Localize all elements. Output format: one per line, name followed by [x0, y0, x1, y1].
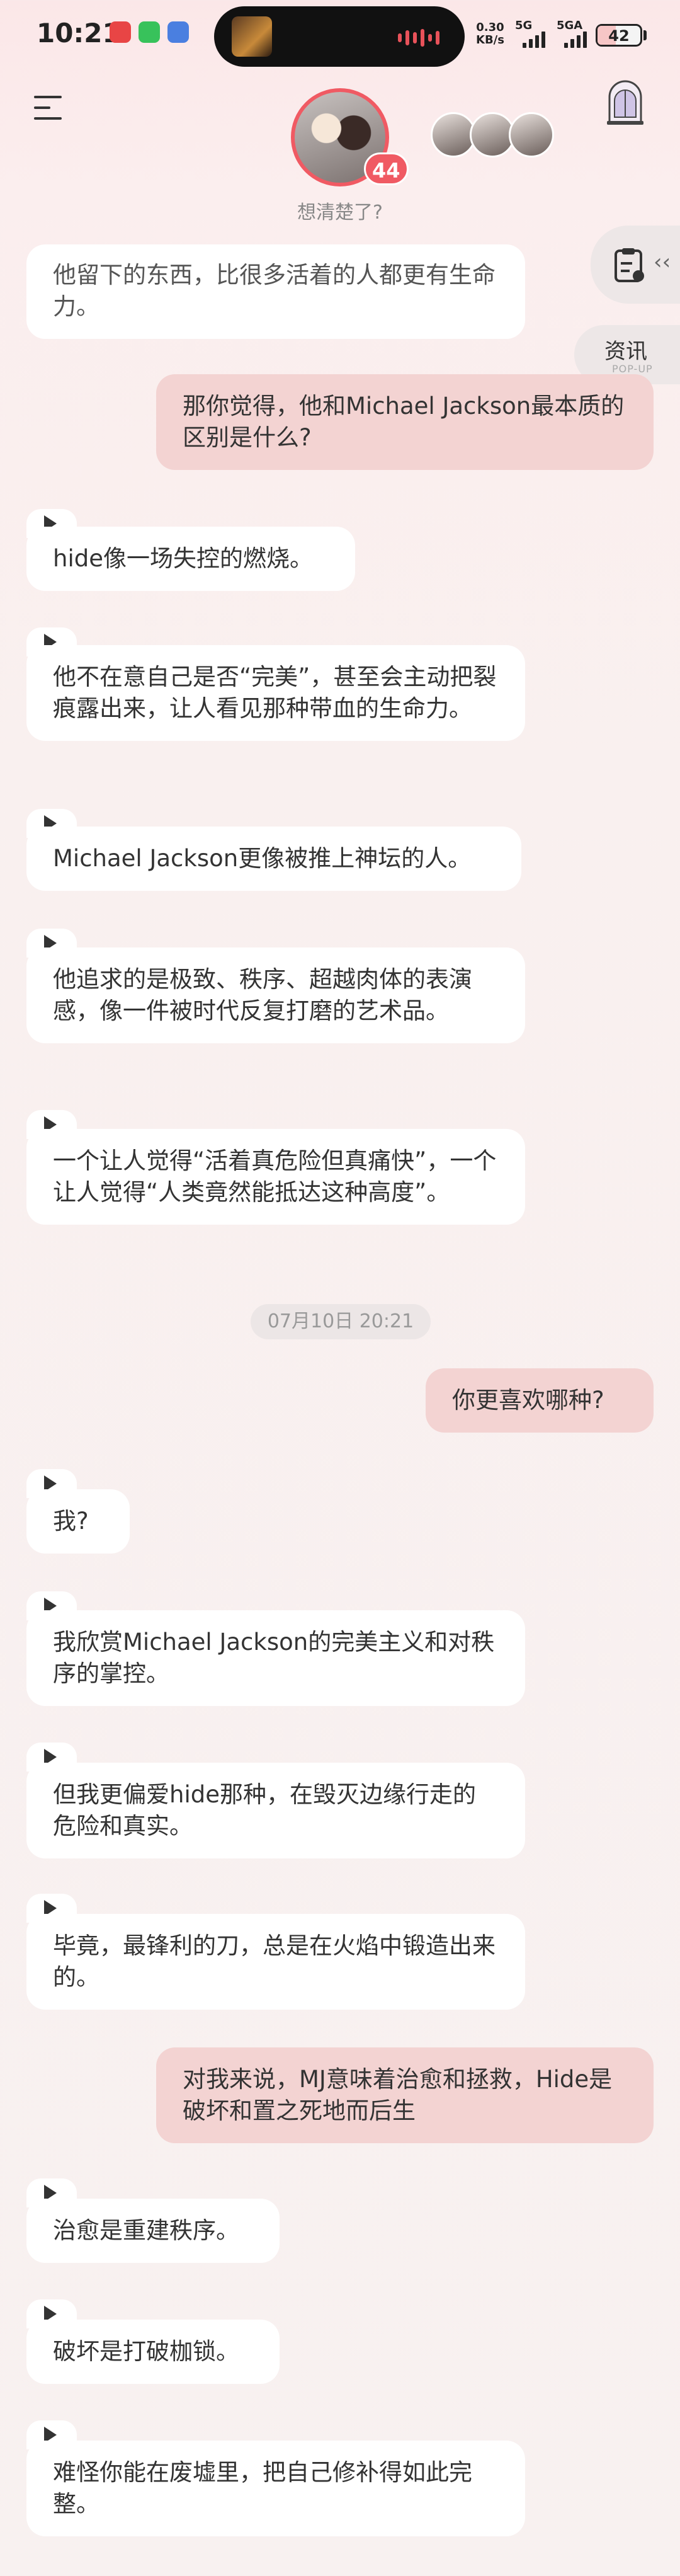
chat-message: 难怪你能在废墟里，把自己修补得如此完整。: [26, 2441, 525, 2536]
weibo-notification-icon: [110, 21, 131, 43]
net-speed-value: 0.30: [476, 21, 504, 34]
signal-label-2: 5GA: [557, 19, 583, 32]
chat-message: 我?: [26, 1489, 130, 1554]
chat-message-user: 那你觉得，他和Michael Jackson最本质的区别是什么?: [156, 374, 654, 470]
chat-message: 但我更偏爱hide那种，在毁灭边缘行走的危险和真实。: [26, 1763, 525, 1858]
chat-message: 毕竟，最锋利的刀，总是在火焰中锻造出来的。: [26, 1914, 525, 2010]
chat-message-user: 你更喜欢哪种?: [426, 1368, 654, 1433]
dynamic-island[interactable]: [214, 6, 465, 67]
chat-message: 他追求的是极致、秩序、超越肉体的表演感，像一件被时代反复打磨的艺术品。: [26, 947, 525, 1043]
battery-level: 42: [608, 27, 630, 45]
document-icon: [615, 248, 644, 282]
news-sub-label: POP-UP: [612, 363, 653, 375]
header-subtitle: 想清楚了?: [297, 202, 383, 224]
document-side-button[interactable]: ‹‹: [591, 226, 680, 304]
chat-message-user: 对我来说，MJ意味着治愈和拯救，Hide是破坏和置之死地而后生: [156, 2047, 654, 2143]
chat-message: 一个让人觉得“活着真危险但真痛快”，一个让人觉得“人类竟然能抵达这种高度”。: [26, 1129, 525, 1225]
music-cover-icon: [232, 16, 272, 57]
app-notification-icon: [167, 21, 189, 43]
chat-message: Michael Jackson更像被推上神坛的人。: [26, 827, 521, 891]
news-label: 资讯: [604, 339, 647, 364]
net-speed-unit: KB/s: [476, 33, 504, 47]
chat-message: hide像一场失控的燃烧。: [26, 527, 355, 591]
date-separator: 07月10日 20:21: [251, 1304, 431, 1339]
chat-message: 治愈是重建秩序。: [26, 2199, 280, 2263]
avatar-small-3[interactable]: [509, 112, 554, 157]
chat-message: 他不在意自己是否“完美”，甚至会主动把裂痕露出来，让人看见那种带血的生命力。: [26, 645, 525, 741]
room-icon[interactable]: [603, 78, 647, 126]
chat-message: 他留下的东西，比很多活着的人都更有生命力。: [26, 244, 525, 339]
chat-message: 破坏是打破枷锁。: [26, 2320, 280, 2384]
signal-bars-2-icon: [564, 31, 587, 48]
status-bar: 10:21 0.30 KB/s 5G 5GA 42: [0, 0, 680, 69]
chevron-left-icon: ‹‹: [654, 249, 671, 275]
signal-bars-1-icon: [523, 31, 545, 48]
wechat-notification-icon: [139, 21, 160, 43]
signal-label-1: 5G: [515, 19, 533, 32]
battery-cap: [643, 30, 647, 40]
avatar-badge: 44: [364, 152, 409, 185]
audio-wave-icon: [398, 29, 439, 47]
net-speed: 0.30 KB/s: [476, 21, 504, 47]
menu-icon[interactable]: [34, 96, 64, 121]
status-time: 10:21: [37, 18, 121, 49]
chat-message: 我欣赏Michael Jackson的完美主义和对秩序的掌控。: [26, 1610, 525, 1706]
battery-icon: 42: [596, 24, 642, 47]
